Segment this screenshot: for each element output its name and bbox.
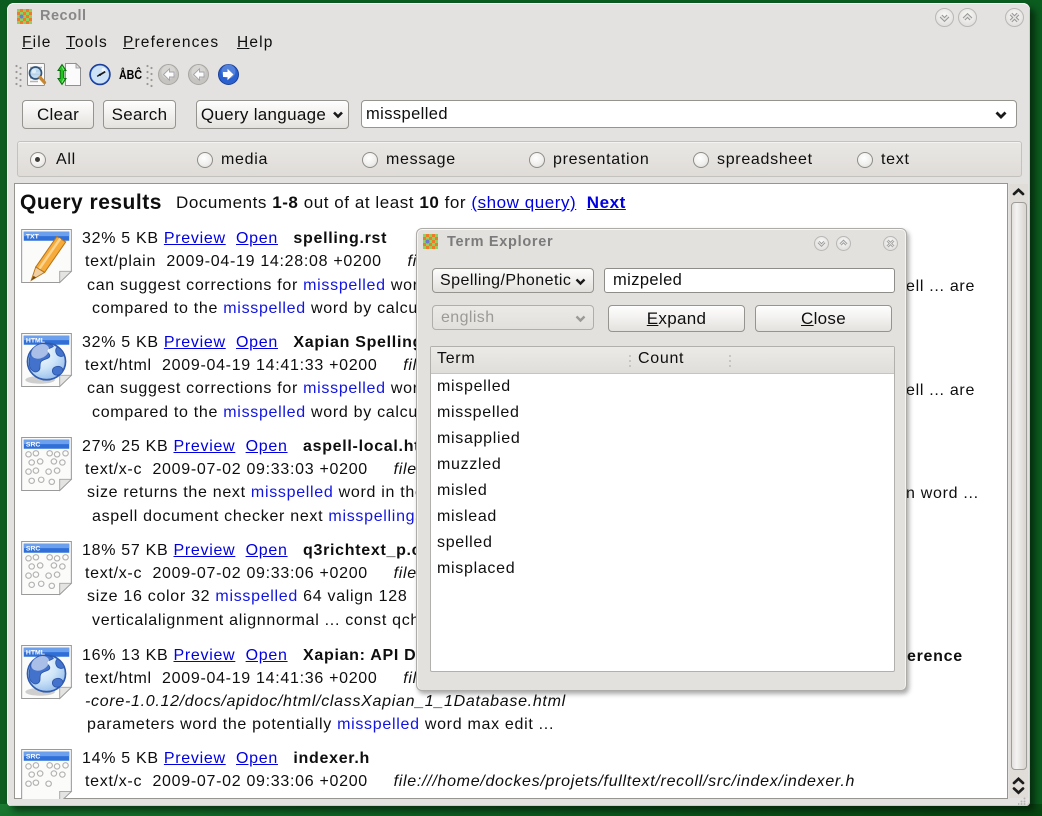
svg-text:SRC: SRC <box>26 754 41 761</box>
svg-text:SRC: SRC <box>26 546 41 553</box>
svg-text:SRC: SRC <box>26 442 41 449</box>
svg-text:ÅBĈ: ÅBĈ <box>119 67 142 82</box>
svg-text:TXT: TXT <box>26 234 40 241</box>
